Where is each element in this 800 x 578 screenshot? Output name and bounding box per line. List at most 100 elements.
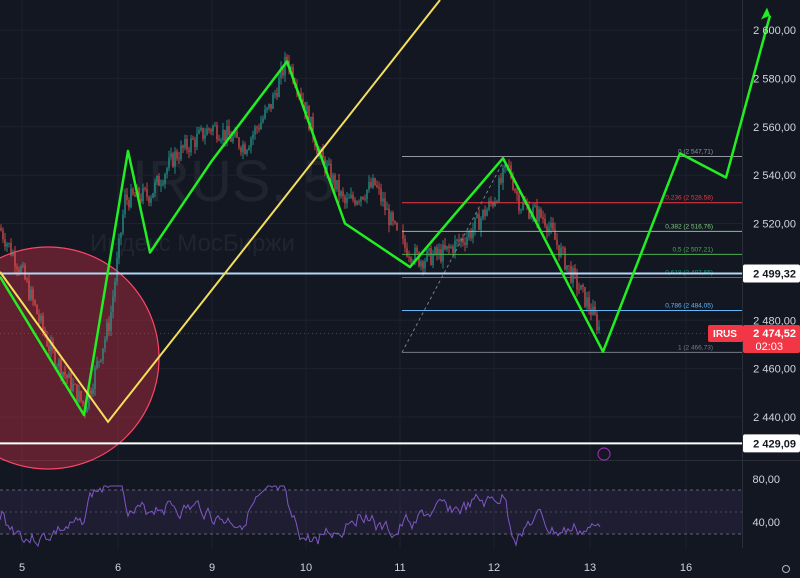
candle-body — [40, 315, 42, 321]
candle-body — [404, 238, 406, 248]
candle-body — [586, 297, 588, 307]
candle-body — [396, 223, 398, 231]
candle-body — [172, 153, 174, 167]
candle-body — [86, 407, 88, 413]
candle-body — [188, 149, 190, 153]
candle-body — [424, 261, 426, 269]
candle-body — [220, 139, 222, 141]
candle-body — [156, 175, 158, 183]
candle-body — [436, 247, 438, 255]
candle-body — [558, 244, 560, 257]
candle-body — [116, 258, 118, 282]
candle-body — [348, 197, 350, 199]
candle-body — [254, 127, 256, 135]
candle-body — [538, 208, 540, 222]
candle-body — [338, 179, 340, 197]
candle-body — [108, 322, 110, 332]
candle-body — [164, 174, 166, 184]
candle-body — [384, 198, 386, 211]
candle-body — [394, 221, 396, 224]
candle-body — [500, 178, 502, 183]
price-tick-label: 2 580,00 — [753, 73, 796, 85]
fib-level-label: 0,5 (2 507,21) — [673, 246, 713, 253]
candle-body — [442, 244, 444, 262]
candle-body — [120, 232, 122, 239]
candle-body — [34, 300, 36, 305]
candle-body — [58, 359, 60, 367]
time-tick-label: 16 — [680, 562, 692, 574]
time-tick-label: 10 — [300, 562, 312, 574]
candle-body — [270, 103, 272, 109]
candle-body — [228, 125, 230, 136]
candle-body — [148, 196, 150, 203]
candle-body — [562, 247, 564, 249]
candle-body — [130, 188, 132, 208]
candle-body — [30, 289, 32, 300]
candle-body — [426, 250, 428, 262]
candle-body — [214, 125, 216, 127]
candle-body — [196, 133, 198, 148]
candle-body — [568, 265, 570, 267]
candle-body — [378, 186, 380, 189]
candle-body — [352, 194, 354, 200]
candle-body — [242, 144, 244, 153]
price-tick-label: 2 520,00 — [753, 219, 796, 231]
candle-body — [32, 289, 34, 301]
candle-body — [448, 246, 450, 248]
candle-body — [202, 127, 204, 139]
candle-body — [360, 196, 362, 202]
candle-body — [122, 214, 124, 233]
price-tick-label: 2 560,00 — [753, 122, 796, 134]
candle-body — [150, 197, 152, 203]
candle-body — [112, 296, 114, 313]
candle-body — [154, 182, 156, 194]
candle-body — [210, 129, 212, 132]
candle-body — [476, 214, 478, 218]
price-chart[interactable]: 0 (2 547,71)0,236 (2 528,58)0,382 (2 516… — [0, 0, 800, 578]
candle-body — [68, 373, 70, 379]
candle-body — [550, 223, 552, 228]
rsi-pane — [0, 485, 742, 548]
level-price-label: 2 499,32 — [753, 269, 796, 281]
candle-body — [544, 218, 546, 226]
candle-body — [204, 135, 206, 139]
candle-body — [408, 256, 410, 258]
candle-body — [132, 188, 134, 195]
candle-body — [556, 239, 558, 245]
candle-body — [428, 248, 430, 251]
candle-body — [286, 56, 288, 61]
settings-gear-icon — [782, 565, 790, 573]
candle-body — [552, 223, 554, 230]
candle-body — [430, 248, 432, 265]
candle-body — [166, 168, 168, 175]
candle-body — [16, 266, 18, 270]
candle-body — [110, 312, 112, 332]
candle-body — [580, 285, 582, 290]
candle-body — [410, 257, 412, 262]
candle-body — [372, 178, 374, 188]
candle-body — [74, 384, 76, 386]
candle-body — [452, 246, 454, 254]
candle-body — [224, 129, 226, 141]
candle-body — [376, 185, 378, 187]
candle-body — [186, 138, 188, 150]
candle-body — [244, 144, 246, 155]
time-tick-label: 13 — [584, 562, 596, 574]
candle-body — [20, 266, 22, 272]
candle-body — [274, 93, 276, 95]
candle-body — [358, 201, 360, 203]
candle-body — [332, 175, 334, 184]
candle-body — [190, 138, 192, 153]
candle-body — [582, 285, 584, 288]
candle-body — [340, 191, 342, 197]
candle-body — [268, 103, 270, 108]
candle-body — [382, 198, 384, 202]
candle-body — [178, 158, 180, 160]
candle-body — [240, 147, 242, 153]
candle-body — [168, 157, 170, 169]
candle-body — [388, 208, 390, 226]
candle-body — [574, 268, 576, 274]
candle-body — [184, 138, 186, 148]
candle-body — [252, 134, 254, 139]
candle-body — [194, 139, 196, 148]
